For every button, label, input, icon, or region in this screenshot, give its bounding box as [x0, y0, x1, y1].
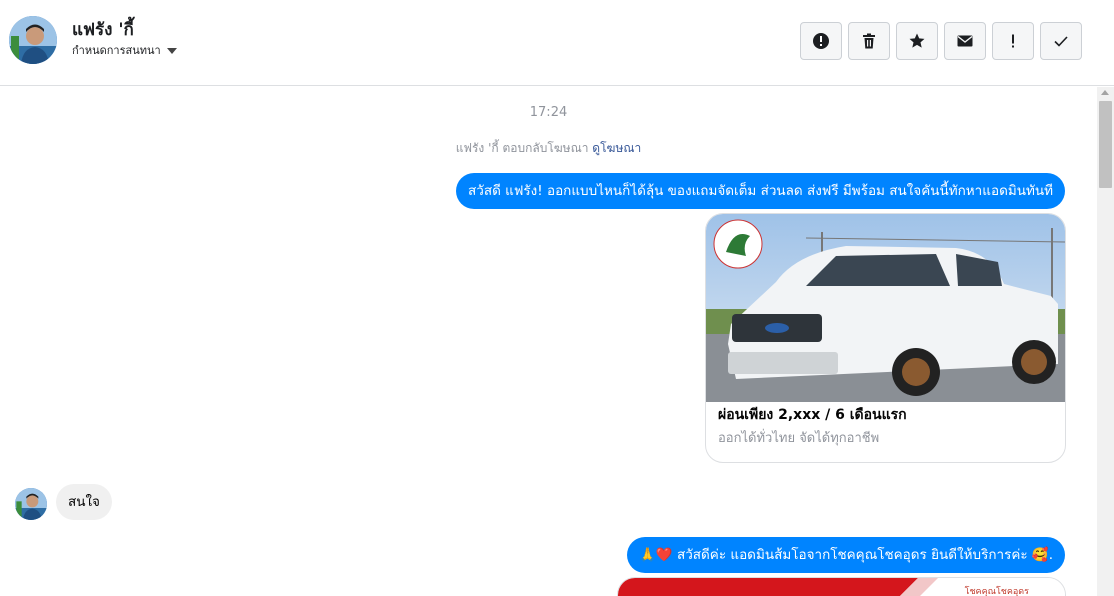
contact-name: แฟรัง 'กี้ [72, 20, 134, 40]
follow-up-button[interactable] [992, 22, 1034, 60]
alert-circle-icon [813, 33, 829, 49]
star-icon [909, 33, 925, 48]
conversation-header: แฟรัง 'กี้ กำหนดการสนทนา [0, 0, 1114, 86]
envelope-icon [957, 35, 973, 47]
ad-card-subtitle: ออกได้ทั่วไทย จัดได้ทุกอาชีพ [718, 431, 880, 446]
ad-card[interactable]: ผ่อนเพียง 2,xxx / 6 เดือนแรก ออกได้ทั่วไ… [705, 213, 1066, 463]
outgoing-message[interactable]: 🙏❤️ สวัสดีค่ะ แอดมินส้มโอจากโชคคุณโชคอุด… [627, 537, 1065, 573]
ad-reply-text: แฟรัง 'กี้ ตอบกลับโฆษณา [455, 141, 589, 155]
spam-button[interactable] [800, 22, 842, 60]
scrollbar[interactable] [1097, 87, 1114, 596]
ad-card-title: ผ่อนเพียง 2,xxx / 6 เดือนแรก [718, 407, 907, 423]
ad-reply-notice: แฟรัง 'กี้ ตอบกลับโฆษณา ดูโฆษณา [0, 139, 1097, 158]
assign-conversation-dropdown[interactable]: กำหนดการสนทนา [72, 41, 177, 59]
checkmark-icon [1054, 36, 1068, 47]
conversation-toolbar [800, 22, 1082, 60]
assign-label: กำหนดการสนทนา [72, 44, 161, 57]
view-ad-link[interactable]: ดูโฆษณา [592, 141, 641, 155]
mark-unread-button[interactable] [944, 22, 986, 60]
partial-card-brand: โชคคุณโชคอุดร [964, 587, 1029, 596]
outgoing-message[interactable]: สวัสดี แฟรัง! ออกแบบไหนก็ได้ลุ้น ของแถมจ… [456, 173, 1065, 209]
contact-avatar-small [15, 488, 47, 520]
delete-button[interactable] [848, 22, 890, 60]
partial-image-card[interactable]: โชคคุณโชคอุดร [617, 577, 1066, 596]
trash-icon [863, 33, 875, 49]
scroll-up-arrow-icon[interactable] [1101, 90, 1109, 95]
ad-card-image [706, 214, 1065, 402]
done-button[interactable] [1040, 22, 1082, 60]
scrollbar-thumb[interactable] [1099, 101, 1112, 188]
message-timestamp: 17:24 [529, 105, 568, 120]
contact-avatar[interactable] [9, 16, 57, 64]
star-button[interactable] [896, 22, 938, 60]
exclamation-icon [1012, 34, 1014, 48]
incoming-message[interactable]: สนใจ [56, 484, 112, 520]
message-thread[interactable]: 17:24 แฟรัง 'กี้ ตอบกลับโฆษณา ดูโฆษณา สว… [0, 87, 1097, 596]
caret-down-icon [166, 47, 177, 54]
